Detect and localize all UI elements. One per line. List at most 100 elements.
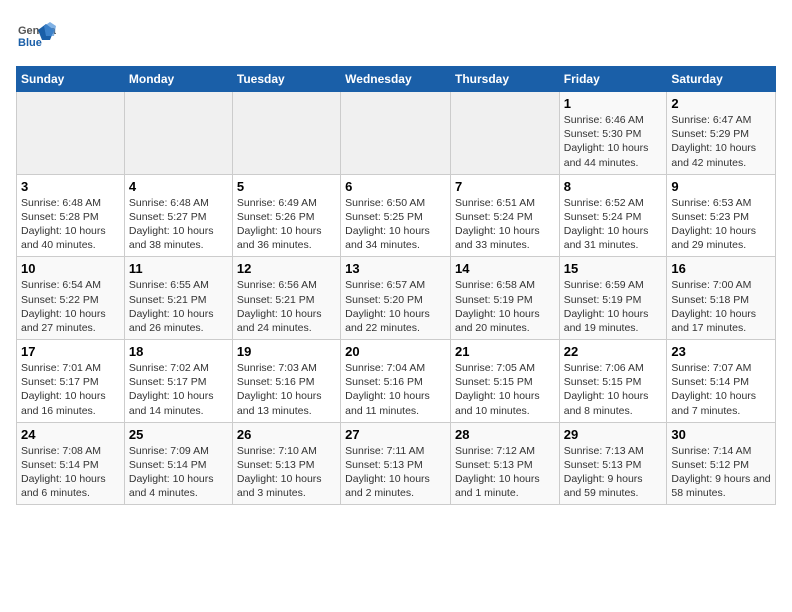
day-info: Sunrise: 6:54 AM Sunset: 5:22 PM Dayligh… <box>21 278 120 335</box>
calendar-cell: 20 Sunrise: 7:04 AM Sunset: 5:16 PM Dayli… <box>341 340 451 423</box>
calendar-cell: 24 Sunrise: 7:08 AM Sunset: 5:14 PM Dayli… <box>17 422 125 505</box>
day-number: 8 <box>564 179 663 194</box>
calendar-body: 1 Sunrise: 6:46 AM Sunset: 5:30 PM Daylig… <box>17 92 776 505</box>
day-number: 14 <box>455 261 555 276</box>
day-number: 11 <box>129 261 228 276</box>
day-number: 21 <box>455 344 555 359</box>
calendar-cell: 25 Sunrise: 7:09 AM Sunset: 5:14 PM Dayli… <box>124 422 232 505</box>
day-info: Sunrise: 6:56 AM Sunset: 5:21 PM Dayligh… <box>237 278 336 335</box>
day-info: Sunrise: 6:51 AM Sunset: 5:24 PM Dayligh… <box>455 196 555 253</box>
calendar-cell: 12Sunrise: 6:56 AM Sunset: 5:21 PM Dayli… <box>232 257 340 340</box>
day-number: 24 <box>21 427 120 442</box>
day-number: 30 <box>671 427 771 442</box>
day-info: Sunrise: 7:02 AM Sunset: 5:17 PM Dayligh… <box>129 361 228 418</box>
day-number: 4 <box>129 179 228 194</box>
calendar-cell: 19 Sunrise: 7:03 AM Sunset: 5:16 PM Dayli… <box>232 340 340 423</box>
calendar-week-0: 1 Sunrise: 6:46 AM Sunset: 5:30 PM Daylig… <box>17 92 776 175</box>
day-number: 27 <box>345 427 446 442</box>
day-number: 25 <box>129 427 228 442</box>
calendar-cell: 16 Sunrise: 7:00 AM Sunset: 5:18 PM Dayli… <box>667 257 776 340</box>
calendar-cell <box>450 92 559 175</box>
calendar-week-4: 24 Sunrise: 7:08 AM Sunset: 5:14 PM Dayli… <box>17 422 776 505</box>
calendar-cell <box>17 92 125 175</box>
day-number: 15 <box>564 261 663 276</box>
calendar-cell: 3 Sunrise: 6:48 AM Sunset: 5:28 PM Daylig… <box>17 174 125 257</box>
svg-text:Blue: Blue <box>18 37 42 49</box>
day-number: 28 <box>455 427 555 442</box>
day-number: 20 <box>345 344 446 359</box>
day-header-tuesday: Tuesday <box>232 67 340 92</box>
day-header-thursday: Thursday <box>450 67 559 92</box>
calendar-cell: 9Sunrise: 6:53 AM Sunset: 5:23 PM Daylig… <box>667 174 776 257</box>
calendar-cell: 1 Sunrise: 6:46 AM Sunset: 5:30 PM Daylig… <box>559 92 667 175</box>
logo: General Blue <box>16 16 62 56</box>
calendar-cell: 15 Sunrise: 6:59 AM Sunset: 5:19 PM Dayli… <box>559 257 667 340</box>
day-number: 19 <box>237 344 336 359</box>
day-header-sunday: Sunday <box>17 67 125 92</box>
day-info: Sunrise: 6:58 AM Sunset: 5:19 PM Dayligh… <box>455 278 555 335</box>
day-number: 22 <box>564 344 663 359</box>
day-info: Sunrise: 6:49 AM Sunset: 5:26 PM Dayligh… <box>237 196 336 253</box>
calendar-cell: 27 Sunrise: 7:11 AM Sunset: 5:13 PM Dayli… <box>341 422 451 505</box>
day-info: Sunrise: 7:09 AM Sunset: 5:14 PM Dayligh… <box>129 444 228 501</box>
day-info: Sunrise: 6:48 AM Sunset: 5:27 PM Dayligh… <box>129 196 228 253</box>
day-number: 6 <box>345 179 446 194</box>
day-header-monday: Monday <box>124 67 232 92</box>
calendar-cell: 5Sunrise: 6:49 AM Sunset: 5:26 PM Daylig… <box>232 174 340 257</box>
calendar-cell: 30 Sunrise: 7:14 AM Sunset: 5:12 PM Dayli… <box>667 422 776 505</box>
calendar-cell: 4 Sunrise: 6:48 AM Sunset: 5:27 PM Daylig… <box>124 174 232 257</box>
day-number: 23 <box>671 344 771 359</box>
calendar-cell: 6 Sunrise: 6:50 AM Sunset: 5:25 PM Daylig… <box>341 174 451 257</box>
day-info: Sunrise: 7:11 AM Sunset: 5:13 PM Dayligh… <box>345 444 446 501</box>
day-number: 13 <box>345 261 446 276</box>
calendar-cell: 7Sunrise: 6:51 AM Sunset: 5:24 PM Daylig… <box>450 174 559 257</box>
day-number: 18 <box>129 344 228 359</box>
day-number: 3 <box>21 179 120 194</box>
calendar-cell: 28 Sunrise: 7:12 AM Sunset: 5:13 PM Dayli… <box>450 422 559 505</box>
calendar-cell: 18 Sunrise: 7:02 AM Sunset: 5:17 PM Dayli… <box>124 340 232 423</box>
calendar-cell: 14 Sunrise: 6:58 AM Sunset: 5:19 PM Dayli… <box>450 257 559 340</box>
day-number: 17 <box>21 344 120 359</box>
calendar-week-3: 17 Sunrise: 7:01 AM Sunset: 5:17 PM Dayli… <box>17 340 776 423</box>
day-info: Sunrise: 7:04 AM Sunset: 5:16 PM Dayligh… <box>345 361 446 418</box>
day-number: 1 <box>564 96 663 111</box>
calendar-cell: 8 Sunrise: 6:52 AM Sunset: 5:24 PM Daylig… <box>559 174 667 257</box>
calendar-cell: 21 Sunrise: 7:05 AM Sunset: 5:15 PM Dayli… <box>450 340 559 423</box>
day-info: Sunrise: 7:00 AM Sunset: 5:18 PM Dayligh… <box>671 278 771 335</box>
calendar-cell: 17 Sunrise: 7:01 AM Sunset: 5:17 PM Dayli… <box>17 340 125 423</box>
day-info: Sunrise: 7:12 AM Sunset: 5:13 PM Dayligh… <box>455 444 555 501</box>
day-info: Sunrise: 6:59 AM Sunset: 5:19 PM Dayligh… <box>564 278 663 335</box>
calendar-cell <box>124 92 232 175</box>
day-info: Sunrise: 7:08 AM Sunset: 5:14 PM Dayligh… <box>21 444 120 501</box>
calendar-cell: 26Sunrise: 7:10 AM Sunset: 5:13 PM Dayli… <box>232 422 340 505</box>
day-info: Sunrise: 6:57 AM Sunset: 5:20 PM Dayligh… <box>345 278 446 335</box>
day-info: Sunrise: 6:50 AM Sunset: 5:25 PM Dayligh… <box>345 196 446 253</box>
calendar-cell: 10 Sunrise: 6:54 AM Sunset: 5:22 PM Dayli… <box>17 257 125 340</box>
calendar-table: SundayMondayTuesdayWednesdayThursdayFrid… <box>16 66 776 505</box>
day-header-friday: Friday <box>559 67 667 92</box>
day-info: Sunrise: 7:07 AM Sunset: 5:14 PM Dayligh… <box>671 361 771 418</box>
day-info: Sunrise: 7:03 AM Sunset: 5:16 PM Dayligh… <box>237 361 336 418</box>
day-number: 26 <box>237 427 336 442</box>
day-info: Sunrise: 7:14 AM Sunset: 5:12 PM Dayligh… <box>671 444 771 501</box>
day-info: Sunrise: 6:47 AM Sunset: 5:29 PM Dayligh… <box>671 113 771 170</box>
day-info: Sunrise: 7:01 AM Sunset: 5:17 PM Dayligh… <box>21 361 120 418</box>
calendar-week-2: 10 Sunrise: 6:54 AM Sunset: 5:22 PM Dayli… <box>17 257 776 340</box>
day-info: Sunrise: 6:52 AM Sunset: 5:24 PM Dayligh… <box>564 196 663 253</box>
day-info: Sunrise: 7:05 AM Sunset: 5:15 PM Dayligh… <box>455 361 555 418</box>
calendar-cell: 2Sunrise: 6:47 AM Sunset: 5:29 PM Daylig… <box>667 92 776 175</box>
day-info: Sunrise: 7:13 AM Sunset: 5:13 PM Dayligh… <box>564 444 663 501</box>
calendar-cell: 23 Sunrise: 7:07 AM Sunset: 5:14 PM Dayli… <box>667 340 776 423</box>
calendar-cell: 22 Sunrise: 7:06 AM Sunset: 5:15 PM Dayli… <box>559 340 667 423</box>
calendar-header-row: SundayMondayTuesdayWednesdayThursdayFrid… <box>17 67 776 92</box>
calendar-cell: 29 Sunrise: 7:13 AM Sunset: 5:13 PM Dayli… <box>559 422 667 505</box>
day-number: 29 <box>564 427 663 442</box>
day-header-saturday: Saturday <box>667 67 776 92</box>
day-number: 16 <box>671 261 771 276</box>
day-info: Sunrise: 6:46 AM Sunset: 5:30 PM Dayligh… <box>564 113 663 170</box>
day-info: Sunrise: 6:48 AM Sunset: 5:28 PM Dayligh… <box>21 196 120 253</box>
day-info: Sunrise: 6:53 AM Sunset: 5:23 PM Dayligh… <box>671 196 771 253</box>
day-info: Sunrise: 7:06 AM Sunset: 5:15 PM Dayligh… <box>564 361 663 418</box>
day-number: 10 <box>21 261 120 276</box>
calendar-week-1: 3 Sunrise: 6:48 AM Sunset: 5:28 PM Daylig… <box>17 174 776 257</box>
